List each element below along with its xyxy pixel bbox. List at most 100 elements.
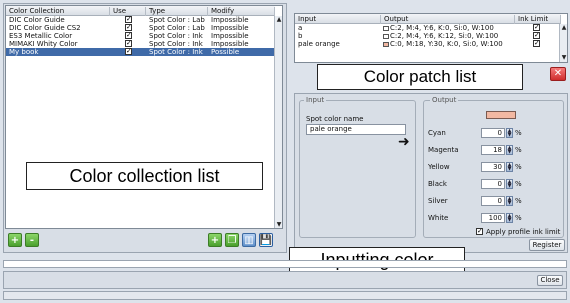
channel-spinner[interactable]: ▲ ▼ (506, 145, 513, 155)
input-color-panel: Input Spot color name pale orange ➜ Outp… (294, 93, 568, 253)
arrow-right-icon: ➜ (398, 134, 410, 150)
patch-output-text: C:2, M:4, Y:6, K:12, Si:0, W:100 (390, 32, 499, 40)
collection-scrollbar[interactable]: ▲ ▼ (274, 16, 282, 228)
patch-table-header: Input Output Ink Limit (295, 14, 561, 24)
use-checkbox[interactable]: ✓ (125, 48, 132, 55)
patch-output: C:2, M:4, Y:6, K:0, Si:0, W:100 (383, 24, 515, 32)
patch-output-text: C:2, M:4, Y:6, K:0, Si:0, W:100 (390, 24, 494, 32)
channel-value-input[interactable]: 0 (481, 128, 505, 138)
table-row[interactable]: MIMAKI Whity Color ✓ Spot Color : Ink Impos… (6, 40, 275, 49)
column-header-type[interactable]: Type (146, 7, 208, 16)
patch-swatch (383, 33, 389, 39)
channel-spinner[interactable]: ▲ ▼ (506, 213, 513, 223)
collection-modify: Impossible (211, 24, 249, 32)
bottom-bar (3, 291, 567, 300)
channel-label: Yellow (428, 163, 450, 171)
column-header-output[interactable]: Output (381, 15, 515, 24)
channel-unit: % (515, 163, 522, 171)
close-button[interactable]: Close (537, 275, 563, 286)
channel-spinner[interactable]: ▲ ▼ (506, 162, 513, 172)
scroll-down-icon[interactable]: ▼ (275, 221, 282, 228)
input-group-label: Input (304, 96, 327, 104)
table-row[interactable]: DIC Color Guide ✓ Spot Color : Lab Impossib… (6, 16, 275, 25)
patch-output-text: C:0, M:18, Y:30, K:0, Si:0, W:100 (390, 40, 503, 48)
channel-value-input[interactable]: 0 (481, 196, 505, 206)
collection-type: Spot Color : Lab (149, 16, 205, 24)
status-bar (3, 260, 567, 268)
delete-patch-button[interactable]: ✕ (550, 67, 566, 81)
channel-label: Black (428, 180, 447, 188)
callout-color-patch-list: Color patch list (317, 64, 523, 90)
channel-spinner[interactable]: ▲ ▼ (506, 128, 513, 138)
collection-type: Spot Color : Ink (149, 32, 203, 40)
register-button[interactable]: Register (529, 239, 565, 251)
patch-input: pale orange (298, 40, 340, 48)
channel-label: White (428, 214, 449, 222)
table-row[interactable]: pale orange C:0, M:18, Y:30, K:0, Si:0, W… (295, 40, 561, 48)
apply-ink-limit-label: Apply profile ink limit (486, 228, 561, 236)
remove-collection-button[interactable]: - (25, 233, 39, 247)
collection-name: DIC Color Guide CS2 (9, 24, 81, 32)
channel-unit: % (515, 129, 522, 137)
table-row[interactable]: ES3 Metallic Color ✓ Spot Color : Ink Impos… (6, 32, 275, 41)
spot-color-name-input[interactable]: pale orange (306, 124, 406, 135)
input-group: Input Spot color name pale orange (299, 96, 416, 238)
patch-output: C:2, M:4, Y:6, K:12, Si:0, W:100 (383, 32, 515, 40)
collection-modify: Impossible (211, 32, 249, 40)
add-collection-button[interactable]: + (8, 233, 22, 247)
channel-value-input[interactable]: 18 (481, 145, 505, 155)
table-row[interactable]: DIC Color Guide CS2 ✓ Spot Color : Lab Impo… (6, 24, 275, 33)
output-color-swatch (486, 111, 516, 119)
channel-value-input[interactable]: 30 (481, 162, 505, 172)
ink-limit-checkbox[interactable]: ✓ (533, 32, 540, 39)
collection-name: MIMAKI Whity Color (9, 40, 78, 48)
trash-icon[interactable]: ▥ (242, 233, 256, 247)
patch-scrollbar[interactable]: ▲ ▼ (559, 24, 567, 62)
collection-name: My book (9, 48, 39, 56)
collection-type: Spot Color : Lab (149, 24, 205, 32)
channel-label: Magenta (428, 146, 459, 154)
use-checkbox[interactable]: ✓ (125, 32, 132, 39)
use-checkbox[interactable]: ✓ (125, 40, 132, 47)
ink-limit-checkbox[interactable]: ✓ (533, 24, 540, 31)
column-header-input[interactable]: Input (295, 15, 381, 24)
patch-input: a (298, 24, 303, 32)
channel-unit: % (515, 180, 522, 188)
add-patch-button[interactable]: + (208, 233, 222, 247)
column-header-modify[interactable]: Modify (208, 7, 275, 16)
patch-output: C:0, M:18, Y:30, K:0, Si:0, W:100 (383, 40, 515, 48)
collection-modify: Possible (211, 48, 240, 56)
channel-label: Silver (428, 197, 448, 205)
scroll-down-icon[interactable]: ▼ (560, 54, 567, 62)
patch-input: b (298, 32, 303, 40)
column-header-collection[interactable]: Color Collection (6, 7, 110, 16)
use-checkbox[interactable]: ✓ (125, 24, 132, 31)
collection-type: Spot Color : Ink (149, 40, 203, 48)
channel-unit: % (515, 214, 522, 222)
callout-color-collection-list: Color collection list (26, 162, 263, 190)
color-patch-table: Input Output Ink Limit a C:2, M:4, Y:6, K… (294, 13, 568, 63)
copy-icon[interactable]: ❐ (225, 233, 239, 247)
collection-modify: Impossible (211, 16, 249, 24)
patch-swatch (383, 25, 389, 31)
output-group: Output Cyan 0 ▲ ▼% Magenta 18 ▲ ▼% Yellow 30 ▲ ▼% Bl… (423, 96, 564, 238)
apply-ink-limit-checkbox[interactable]: ✓ (476, 228, 483, 235)
collection-modify: Impossible (211, 40, 249, 48)
color-collection-table: Color Collection Use Type Modify DIC Col… (5, 5, 283, 229)
channel-spinner[interactable]: ▲ ▼ (506, 196, 513, 206)
ink-limit-checkbox[interactable]: ✓ (533, 40, 540, 47)
use-checkbox[interactable]: ✓ (125, 16, 132, 23)
table-row[interactable]: My book ✓ Spot Color : Ink Possible (6, 48, 275, 56)
channel-spinner[interactable]: ▲ ▼ (506, 179, 513, 189)
table-row[interactable]: a C:2, M:4, Y:6, K:0, Si:0, W:100 ✓ (295, 24, 561, 32)
scroll-up-icon[interactable]: ▲ (275, 16, 282, 24)
dialog-footer: Close (3, 271, 567, 289)
save-icon[interactable]: 💾 (259, 233, 273, 247)
collection-name: ES3 Metallic Color (9, 32, 73, 40)
table-row[interactable]: b C:2, M:4, Y:6, K:12, Si:0, W:100 ✓ (295, 32, 561, 40)
channel-value-input[interactable]: 100 (481, 213, 505, 223)
collection-table-header: Color Collection Use Type Modify (6, 6, 275, 16)
spot-color-name-label: Spot color name (306, 115, 364, 123)
channel-value-input[interactable]: 0 (481, 179, 505, 189)
scroll-up-icon[interactable]: ▲ (560, 24, 567, 32)
